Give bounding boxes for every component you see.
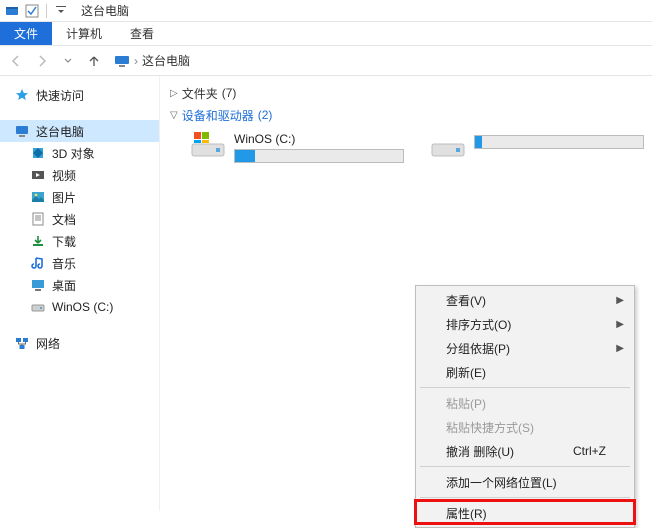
nav-back-button[interactable]	[6, 51, 26, 71]
sidebar-item-label: 文档	[52, 211, 76, 228]
sidebar-item-label: WinOS (C:)	[52, 300, 113, 314]
group-count: (7)	[222, 86, 237, 100]
folder-type-icon	[30, 145, 46, 161]
tab-computer[interactable]: 计算机	[52, 22, 116, 45]
drive-item[interactable]	[430, 132, 630, 163]
context-menu-label: 查看(V)	[446, 292, 486, 309]
tab-file[interactable]: 文件	[0, 22, 52, 45]
context-menu-separator	[420, 466, 630, 467]
window-title: 这台电脑	[81, 2, 129, 19]
nav-recent-dropdown[interactable]	[58, 51, 78, 71]
submenu-arrow-icon: ▶	[616, 319, 624, 330]
sidebar-item-label: 快速访问	[36, 87, 84, 104]
folder-type-icon	[30, 255, 46, 271]
addressbar: › 这台电脑	[0, 46, 652, 76]
context-menu-separator	[420, 387, 630, 388]
group-label: 设备和驱动器	[182, 107, 254, 124]
context-menu-label: 粘贴快捷方式(S)	[446, 419, 534, 436]
folder-type-icon	[30, 211, 46, 227]
breadcrumb-location[interactable]: 这台电脑	[142, 52, 190, 69]
context-menu-item[interactable]: 分组依据(P) ▶	[418, 336, 632, 360]
drive-icon	[190, 132, 226, 160]
menubar: 文件 计算机 查看	[0, 22, 652, 46]
this-pc-icon	[14, 123, 30, 139]
submenu-arrow-icon: ▶	[616, 343, 624, 354]
sidebar-item-label: 下载	[52, 233, 76, 250]
context-menu-item[interactable]: 查看(V) ▶	[418, 288, 632, 312]
context-menu-label: 添加一个网络位置(L)	[446, 474, 557, 491]
context-menu-item[interactable]: 刷新(E)	[418, 360, 632, 384]
context-menu-item[interactable]: 排序方式(O) ▶	[418, 312, 632, 336]
group-folders[interactable]: ▷ 文件夹 (7)	[170, 82, 642, 104]
breadcrumb[interactable]: › 这台电脑	[114, 52, 190, 69]
this-pc-icon	[114, 53, 130, 69]
chevron-down-icon: ▽	[170, 110, 178, 121]
folder-type-icon	[30, 189, 46, 205]
sidebar-item-label: 图片	[52, 189, 76, 206]
storage-bar	[234, 149, 404, 163]
sidebar-item-label: 桌面	[52, 277, 76, 294]
context-menu-label: 粘贴(P)	[446, 395, 486, 412]
context-menu-separator	[420, 497, 630, 498]
sidebar-item[interactable]: WinOS (C:)	[0, 296, 159, 318]
sidebar-item[interactable]: 桌面	[0, 274, 159, 296]
group-count: (2)	[258, 108, 273, 122]
context-menu-item: 粘贴快捷方式(S)	[418, 415, 632, 439]
context-menu-label: 刷新(E)	[446, 364, 486, 381]
sidebar-item[interactable]: 视频	[0, 164, 159, 186]
context-menu-item[interactable]: 撤消 删除(U) Ctrl+Z	[418, 439, 632, 463]
network-icon	[14, 335, 30, 351]
sidebar-quick-access[interactable]: 快速访问	[0, 84, 159, 106]
sidebar-this-pc[interactable]: 这台电脑	[0, 120, 159, 142]
sidebar-item-label: 这台电脑	[36, 123, 84, 140]
context-menu-label: 属性(R)	[446, 505, 487, 522]
folder-type-icon	[30, 277, 46, 293]
drive-info: WinOS (C:)	[234, 132, 404, 163]
context-menu: 查看(V) ▶ 排序方式(O) ▶ 分组依据(P) ▶ 刷新(E) 粘贴(P) 粘贴快捷方式(S…	[415, 285, 635, 528]
sidebar: 快速访问 这台电脑 3D 对象视频图片文档下载音乐桌面 WinOS (C:) 网络	[0, 76, 160, 511]
drive-icon	[430, 132, 466, 160]
system-menu-icon[interactable]	[4, 3, 20, 19]
context-menu-label: 排序方式(O)	[446, 316, 511, 333]
tab-view[interactable]: 查看	[116, 22, 168, 45]
context-menu-shortcut: Ctrl+Z	[573, 444, 606, 458]
chevron-right-icon: ▷	[170, 88, 178, 99]
nav-forward-button[interactable]	[32, 51, 52, 71]
sidebar-item-label: 音乐	[52, 255, 76, 272]
context-menu-item: 粘贴(P)	[418, 391, 632, 415]
submenu-arrow-icon: ▶	[616, 295, 624, 306]
sidebar-item[interactable]: 图片	[0, 186, 159, 208]
sidebar-item[interactable]: 下载	[0, 230, 159, 252]
sidebar-item[interactable]: 音乐	[0, 252, 159, 274]
folder-type-icon	[30, 167, 46, 183]
context-menu-item[interactable]: 添加一个网络位置(L)	[418, 470, 632, 494]
sidebar-item[interactable]: 3D 对象	[0, 142, 159, 164]
nav-up-button[interactable]	[84, 51, 104, 71]
drive-item[interactable]: WinOS (C:)	[190, 132, 390, 163]
group-drives[interactable]: ▽ 设备和驱动器 (2)	[170, 104, 642, 126]
context-menu-label: 撤消 删除(U)	[446, 443, 514, 460]
sidebar-item-label: 3D 对象	[52, 145, 95, 162]
drive-info	[474, 132, 644, 149]
storage-bar	[474, 135, 644, 149]
star-icon	[14, 87, 30, 103]
folder-type-icon	[30, 233, 46, 249]
sidebar-item[interactable]: 文档	[0, 208, 159, 230]
sidebar-network[interactable]: 网络	[0, 332, 159, 354]
sidebar-item-label: 视频	[52, 167, 76, 184]
drive-name: WinOS (C:)	[234, 132, 404, 146]
breadcrumb-sep: ›	[134, 54, 138, 68]
group-label: 文件夹	[182, 85, 218, 102]
context-menu-item[interactable]: 属性(R)	[418, 501, 632, 525]
qat-checkbox-icon[interactable]	[24, 3, 40, 19]
drives-list: WinOS (C:)	[170, 126, 642, 173]
folder-type-icon	[30, 299, 46, 315]
context-menu-label: 分组依据(P)	[446, 340, 510, 357]
titlebar: 这台电脑	[0, 0, 652, 22]
qat-separator	[46, 4, 47, 18]
sidebar-item-label: 网络	[36, 335, 60, 352]
qat-dropdown-icon[interactable]	[53, 3, 69, 19]
